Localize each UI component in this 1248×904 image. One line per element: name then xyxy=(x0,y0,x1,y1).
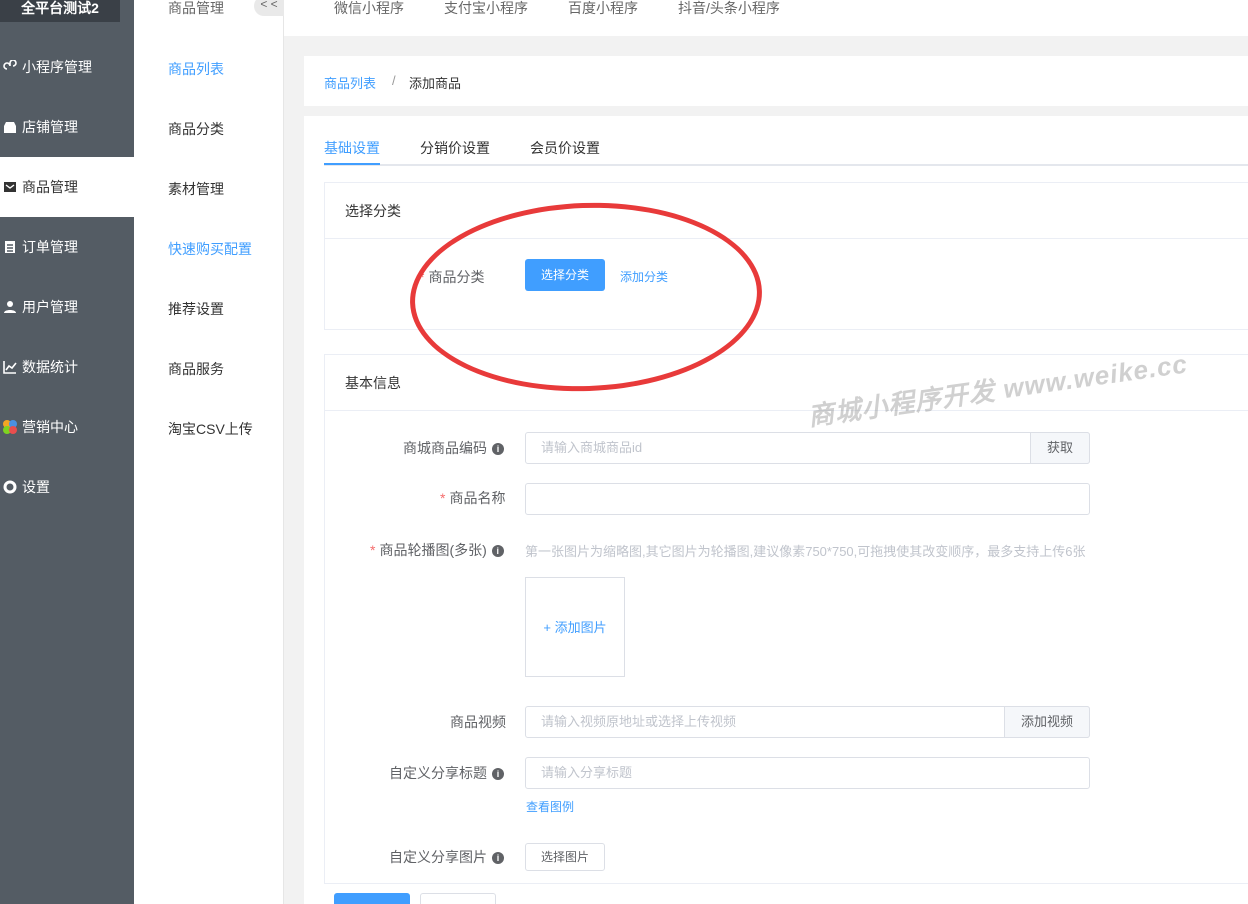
info-icon: i xyxy=(492,768,504,780)
sidebar-item-label: 小程序管理 xyxy=(22,59,92,75)
sidebar-item-store[interactable]: 店铺管理 xyxy=(0,97,134,157)
choose-image-button[interactable]: 选择图片 xyxy=(525,843,605,871)
info-icon: i xyxy=(492,852,504,864)
share-title-input[interactable]: 请输入分享标题 xyxy=(525,757,1090,789)
tab-baidu[interactable]: 百度小程序 xyxy=(568,0,638,18)
submenu-item-taobao-csv[interactable]: 淘宝CSV上传 xyxy=(168,419,253,439)
goods-category-label: * 商品分类 xyxy=(419,269,485,285)
gear-icon xyxy=(2,479,18,495)
platform-tabs: 微信小程序 支付宝小程序 百度小程序 抖音/头条小程序 xyxy=(284,0,1248,36)
cancel-button[interactable] xyxy=(420,893,496,904)
info-icon: i xyxy=(492,443,504,455)
choose-category-button[interactable]: 选择分类 xyxy=(525,259,605,291)
order-icon xyxy=(2,239,18,255)
sidebar-item-label: 店铺管理 xyxy=(22,119,78,135)
sidebar-item-goods[interactable]: 商品管理 xyxy=(0,157,134,217)
submenu-item-goods-list[interactable]: 商品列表 xyxy=(168,59,224,79)
goods-video-input[interactable]: 请输入视频原地址或选择上传视频 添加视频 xyxy=(525,706,1090,738)
tab-member-price[interactable]: 会员价设置 xyxy=(530,138,600,158)
goods-code-label: 商城商品编码 i xyxy=(403,438,504,458)
collapse-button[interactable]: < < xyxy=(254,0,284,16)
carousel-label: * 商品轮播图(多张) i xyxy=(370,540,504,560)
add-category-link[interactable]: 添加分类 xyxy=(620,268,668,285)
breadcrumb-current: 添加商品 xyxy=(409,76,462,91)
brand-title: 全平台测试2 xyxy=(0,0,120,22)
carousel-hint: 第一张图片为缩略图,其它图片为轮播图,建议像素750*750,可拖拽使其改变顺序… xyxy=(525,544,1086,559)
submenu-title: 商品管理 xyxy=(168,0,224,16)
goods-code-input[interactable]: 请输入商城商品id 获取 xyxy=(525,432,1090,464)
tab-distribution-price[interactable]: 分销价设置 xyxy=(420,138,490,158)
breadcrumb-separator: / xyxy=(392,73,396,88)
tab-douyin[interactable]: 抖音/头条小程序 xyxy=(678,0,780,18)
breadcrumb-goods-list[interactable]: 商品列表 xyxy=(324,73,376,92)
view-example-link[interactable]: 查看图例 xyxy=(526,798,574,815)
submenu-item-material[interactable]: 素材管理 xyxy=(168,179,224,199)
save-button[interactable] xyxy=(334,893,410,904)
category-section: 选择分类 * 商品分类 选择分类 添加分类 xyxy=(324,182,1248,330)
goods-name-input[interactable] xyxy=(525,483,1090,515)
active-tab-indicator xyxy=(324,163,380,165)
submenu-item-recommend[interactable]: 推荐设置 xyxy=(168,299,224,319)
tab-alipay[interactable]: 支付宝小程序 xyxy=(444,0,528,18)
sidebar-item-user[interactable]: 用户管理 xyxy=(0,277,134,337)
sidebar-item-label: 营销中心 xyxy=(22,419,78,435)
fetch-button[interactable]: 获取 xyxy=(1030,432,1090,464)
share-image-label: 自定义分享图片 i xyxy=(389,847,504,867)
miniprogram-icon xyxy=(2,59,18,75)
sidebar-item-label: 商品管理 xyxy=(22,179,78,195)
marketing-icon xyxy=(2,419,18,435)
sidebar-item-label: 用户管理 xyxy=(22,299,78,315)
store-icon xyxy=(2,119,18,135)
breadcrumb: 商品列表 / 添加商品 xyxy=(304,56,1248,106)
sidebar-item-marketing[interactable]: 营销中心 xyxy=(0,397,134,457)
add-video-button[interactable]: 添加视频 xyxy=(1004,706,1090,738)
sidebar-item-stats[interactable]: 数据统计 xyxy=(0,337,134,397)
category-section-title: 选择分类 xyxy=(325,183,1248,239)
chart-icon xyxy=(2,359,18,375)
tab-wechat[interactable]: 微信小程序 xyxy=(334,0,404,18)
submenu-item-goods-category[interactable]: 商品分类 xyxy=(168,119,224,139)
sidebar-item-label: 设置 xyxy=(22,479,50,495)
submenu-item-service[interactable]: 商品服务 xyxy=(168,359,224,379)
user-icon xyxy=(2,299,18,315)
goods-video-label: 商品视频 xyxy=(450,714,506,730)
sidebar-item-order[interactable]: 订单管理 xyxy=(0,217,134,277)
share-title-label: 自定义分享标题 i xyxy=(389,763,504,783)
form-tabs: 基础设置 分销价设置 会员价设置 xyxy=(324,116,1248,166)
sidebar: 全平台测试2 小程序管理 店铺管理 商品管理 订单管理 用户管理 数据统计 营销… xyxy=(0,0,134,904)
goods-name-label: * 商品名称 xyxy=(440,490,506,506)
sidebar-item-miniprogram[interactable]: 小程序管理 xyxy=(0,37,134,97)
submenu-item-quick-buy[interactable]: 快速购买配置 xyxy=(168,239,252,259)
sidebar-item-settings[interactable]: 设置 xyxy=(0,457,134,517)
goods-icon xyxy=(2,179,18,195)
tab-basic-settings[interactable]: 基础设置 xyxy=(324,138,380,158)
sidebar-item-label: 订单管理 xyxy=(22,239,78,255)
submenu: 商品管理 商品列表 商品分类 素材管理 快速购买配置 推荐设置 商品服务 淘宝C… xyxy=(134,0,284,904)
sidebar-item-label: 数据统计 xyxy=(22,359,78,375)
info-icon: i xyxy=(491,545,504,557)
add-image-button[interactable]: + 添加图片 xyxy=(525,577,625,677)
